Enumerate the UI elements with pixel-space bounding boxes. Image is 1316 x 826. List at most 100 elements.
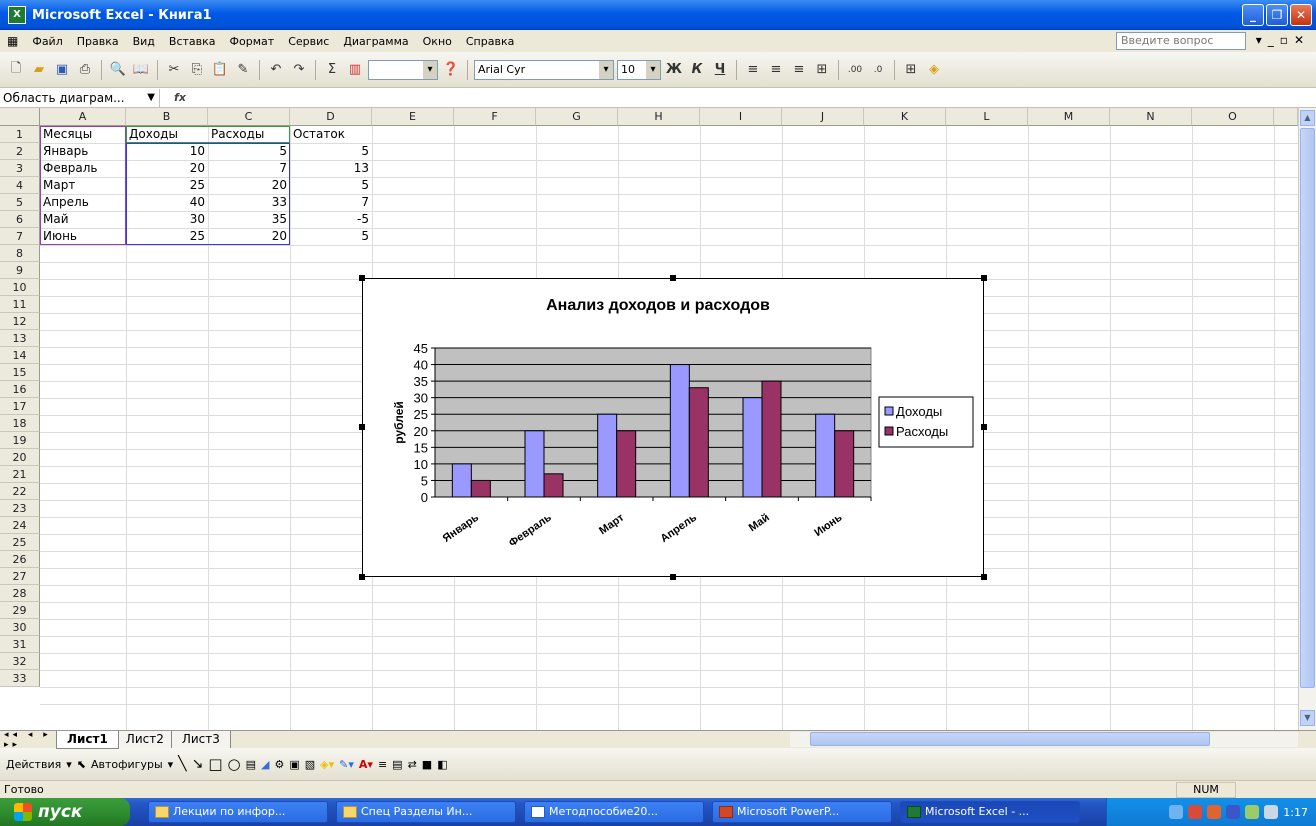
function-icon[interactable]: fx	[160, 91, 200, 104]
taskbar-item[interactable]: Спец Разделы Ин...	[336, 801, 516, 823]
vertical-scrollbar[interactable]: ▲ ▼	[1298, 108, 1316, 730]
zoom-select[interactable]	[368, 59, 438, 80]
column-header-o[interactable]: O	[1192, 108, 1274, 126]
fill-color-icon[interactable]: ◈	[924, 60, 944, 80]
row-header[interactable]: 2	[0, 143, 40, 160]
help-icon[interactable]: ❓	[441, 60, 461, 80]
row-header[interactable]: 17	[0, 398, 40, 415]
resize-handle[interactable]	[670, 574, 676, 580]
security-icon[interactable]	[1188, 805, 1203, 819]
menu-insert[interactable]: Вставка	[162, 35, 223, 48]
row-header[interactable]: 28	[0, 585, 40, 602]
font-color-icon[interactable]: A▾	[359, 758, 373, 771]
tab-sheet3[interactable]: Лист3	[170, 730, 231, 749]
column-header-m[interactable]: M	[1028, 108, 1110, 126]
column-header-f[interactable]: F	[454, 108, 536, 126]
row-header[interactable]: 23	[0, 500, 40, 517]
row-header[interactable]: 33	[0, 670, 40, 687]
undo-icon[interactable]: ↶	[266, 60, 286, 80]
horizontal-scroll-thumb[interactable]	[810, 732, 1210, 746]
clipart-icon[interactable]: ▣	[289, 758, 299, 771]
row-header[interactable]: 29	[0, 602, 40, 619]
rectangle-icon[interactable]: □	[208, 755, 222, 773]
save-icon[interactable]: ▣	[52, 60, 72, 80]
column-header-h[interactable]: H	[618, 108, 700, 126]
column-header-e[interactable]: E	[372, 108, 454, 126]
row-header[interactable]: 32	[0, 653, 40, 670]
document-window-buttons[interactable]: ▾_▫✕	[1256, 33, 1310, 47]
monitor-icon[interactable]	[1245, 805, 1260, 819]
column-header-b[interactable]: B	[126, 108, 208, 126]
row-header[interactable]: 21	[0, 466, 40, 483]
row-header[interactable]: 8	[0, 245, 40, 262]
tab-scroll-arrows-icon[interactable]: ◂◂ ◂ ▸ ▸▸	[0, 730, 60, 750]
new-icon[interactable]: 🗋	[6, 60, 26, 80]
row-header[interactable]: 3	[0, 160, 40, 177]
row-header[interactable]: 11	[0, 296, 40, 313]
line-style-icon[interactable]: ≡	[378, 758, 387, 771]
column-header-a[interactable]: A	[40, 108, 126, 126]
row-header[interactable]: 13	[0, 330, 40, 347]
print-preview-icon[interactable]: 🔍	[108, 60, 128, 80]
resize-handle[interactable]	[359, 574, 365, 580]
copy-icon[interactable]: ⎘	[187, 60, 207, 80]
row-header[interactable]: 30	[0, 619, 40, 636]
chart-area[interactable]: Анализ доходов и расходов 0 5 10 15 20 25 30 35 4…	[362, 278, 984, 577]
cell-d3[interactable]: 13	[290, 160, 372, 177]
column-header-g[interactable]: G	[536, 108, 618, 126]
restore-button[interactable]: ❐	[1266, 4, 1288, 26]
decrease-decimal-icon[interactable]: .0	[868, 60, 888, 80]
minimize-button[interactable]: _	[1242, 4, 1264, 26]
wordart-icon[interactable]: ◢	[261, 758, 269, 771]
research-icon[interactable]: 📖	[131, 60, 151, 80]
cell-c5[interactable]: 33	[208, 194, 290, 211]
shadow-icon[interactable]: ■	[422, 758, 432, 771]
cut-icon[interactable]: ✂	[164, 60, 184, 80]
resize-handle[interactable]	[981, 424, 987, 430]
doc-icon[interactable]: ▦	[0, 34, 25, 48]
bold-icon[interactable]: Ж	[664, 60, 684, 80]
cell-d2[interactable]: 5	[290, 143, 372, 160]
cell-c6[interactable]: 35	[208, 211, 290, 228]
cell-c3[interactable]: 7	[208, 160, 290, 177]
ask-question-input[interactable]: Введите вопрос	[1116, 32, 1246, 50]
cell-b7[interactable]: 25	[126, 228, 208, 245]
row-header[interactable]: 6	[0, 211, 40, 228]
italic-icon[interactable]: К	[687, 60, 707, 80]
cell-b4[interactable]: 25	[126, 177, 208, 194]
cell-b2[interactable]: 10	[126, 143, 208, 160]
column-header-l[interactable]: L	[946, 108, 1028, 126]
row-header[interactable]: 24	[0, 517, 40, 534]
resize-handle[interactable]	[981, 574, 987, 580]
row-header[interactable]: 9	[0, 262, 40, 279]
shield-icon[interactable]	[1207, 805, 1222, 819]
row-header[interactable]: 10	[0, 279, 40, 296]
line-color-icon[interactable]: ✎▾	[339, 758, 354, 771]
resize-handle[interactable]	[359, 275, 365, 281]
column-header-k[interactable]: K	[864, 108, 946, 126]
taskbar-item[interactable]: Лекции по инфор...	[148, 801, 328, 823]
row-header[interactable]: 5	[0, 194, 40, 211]
merge-center-icon[interactable]: ⊞	[812, 60, 832, 80]
row-header[interactable]: 12	[0, 313, 40, 330]
taskbar-item[interactable]: Microsoft PowerP...	[712, 801, 892, 823]
paste-icon[interactable]: 📋	[210, 60, 230, 80]
resize-handle[interactable]	[670, 275, 676, 281]
arrow-style-icon[interactable]: ⇄	[408, 758, 417, 771]
column-header-c[interactable]: C	[208, 108, 290, 126]
network-icon[interactable]	[1169, 805, 1184, 819]
align-left-icon[interactable]: ≡	[743, 60, 763, 80]
scroll-down-icon[interactable]: ▼	[1300, 710, 1315, 726]
select-all-corner[interactable]	[0, 108, 40, 126]
redo-icon[interactable]: ↷	[289, 60, 309, 80]
cell-b5[interactable]: 40	[126, 194, 208, 211]
cell-c2[interactable]: 5	[208, 143, 290, 160]
align-center-icon[interactable]: ≡	[766, 60, 786, 80]
vertical-scroll-thumb[interactable]	[1300, 128, 1315, 688]
row-header[interactable]: 19	[0, 432, 40, 449]
menu-window[interactable]: Окно	[416, 35, 459, 48]
autoshapes-menu[interactable]: Автофигуры	[91, 758, 163, 771]
name-box-dropdown-icon[interactable]: ▼	[147, 89, 155, 107]
row-header[interactable]: 18	[0, 415, 40, 432]
underline-icon[interactable]: Ч	[710, 60, 730, 80]
